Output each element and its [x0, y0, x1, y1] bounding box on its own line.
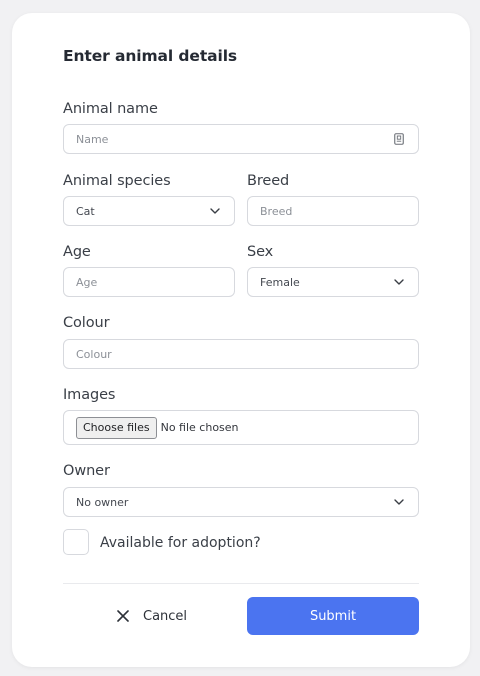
owner-value: No owner — [76, 495, 129, 509]
contact-card-icon — [392, 132, 406, 146]
page: Enter animal details Animal name Name An… — [0, 0, 480, 676]
chevron-down-icon — [392, 495, 406, 509]
chevron-down-icon — [392, 275, 406, 289]
form-title: Enter animal details — [63, 47, 238, 65]
choose-files-button[interactable]: Choose files — [76, 416, 157, 439]
owner-label: Owner — [63, 463, 110, 479]
chevron-down-icon — [208, 204, 222, 218]
submit-button[interactable]: Submit — [247, 597, 419, 635]
animal-name-input[interactable]: Name — [63, 124, 419, 154]
cancel-button[interactable]: Cancel — [115, 604, 187, 628]
sex-select[interactable]: Female — [247, 267, 419, 297]
divider — [63, 583, 419, 584]
images-file-input: Choose files No file chosen — [63, 410, 419, 445]
adoption-checkbox[interactable] — [63, 529, 89, 555]
breed-input[interactable]: Breed — [247, 196, 419, 226]
cancel-label: Cancel — [143, 608, 188, 624]
colour-input[interactable]: Colour — [63, 339, 419, 369]
animal-details-form: Enter animal details Animal name Name An… — [12, 13, 470, 667]
species-value: Cat — [76, 204, 95, 218]
age-placeholder: Age — [76, 275, 98, 289]
animal-name-placeholder: Name — [76, 132, 109, 146]
age-input[interactable]: Age — [63, 267, 235, 297]
file-status: No file chosen — [160, 421, 239, 434]
owner-select[interactable]: No owner — [63, 487, 419, 517]
close-icon — [115, 608, 131, 624]
images-label: Images — [63, 387, 116, 403]
colour-label: Colour — [63, 315, 110, 331]
sex-value: Female — [260, 275, 300, 289]
sex-label: Sex — [247, 244, 274, 260]
breed-placeholder: Breed — [260, 204, 293, 218]
age-label: Age — [63, 244, 91, 260]
species-label: Animal species — [63, 173, 171, 189]
breed-label: Breed — [247, 173, 290, 189]
animal-name-label: Animal name — [63, 101, 158, 117]
species-select[interactable]: Cat — [63, 196, 235, 226]
colour-placeholder: Colour — [76, 347, 112, 361]
adoption-label[interactable]: Available for adoption? — [100, 535, 261, 551]
